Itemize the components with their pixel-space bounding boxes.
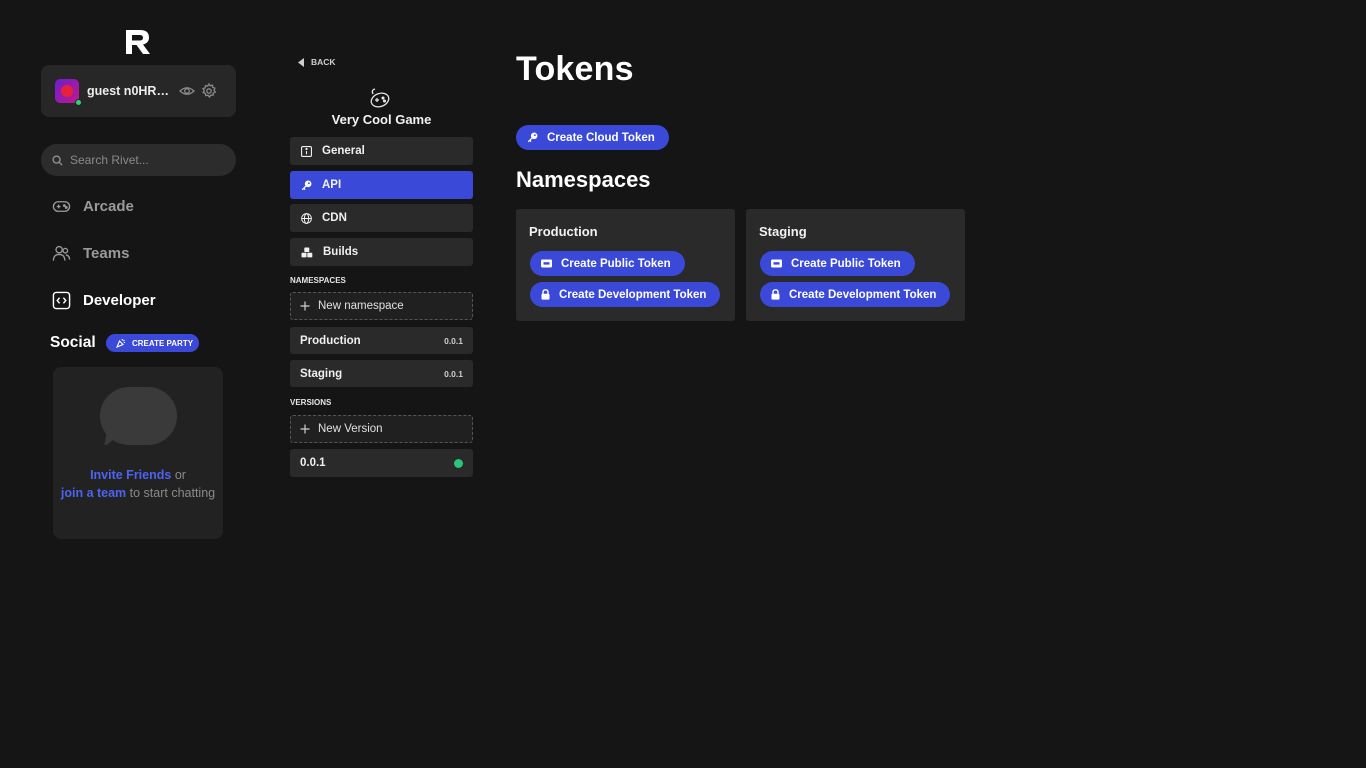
chat-empty-text: Invite Friends or join a team to start c… (60, 468, 216, 500)
plus-icon (300, 301, 310, 311)
key-icon (301, 180, 312, 190)
nav-item-teams[interactable]: Teams (52, 244, 129, 263)
cubes-icon (301, 247, 313, 257)
gamepad-icon (52, 201, 71, 212)
namespace-card-production: Production Create Public Token Create De… (516, 209, 735, 321)
chat-empty-card: Invite Friends or join a team to start c… (53, 367, 223, 539)
page-title: Tokens (516, 50, 634, 88)
code-icon (52, 291, 71, 310)
eye-icon[interactable] (179, 83, 195, 99)
namespaces-section-label: NAMESPACES (290, 276, 346, 285)
game-controller-icon (370, 88, 390, 108)
back-button[interactable]: BACK (298, 57, 336, 67)
namespace-item-production[interactable]: Production 0.0.1 (290, 327, 473, 354)
search-input[interactable] (70, 153, 220, 167)
new-version-button[interactable]: New Version (290, 415, 473, 443)
create-development-token-button[interactable]: Create Development Token (530, 282, 721, 307)
new-namespace-button[interactable]: New namespace (290, 292, 473, 320)
nav-label: Developer (83, 292, 156, 309)
nav-item-developer[interactable]: Developer (52, 291, 156, 310)
join-team-link[interactable]: join a team (61, 486, 126, 500)
users-icon (52, 245, 71, 261)
avatar[interactable] (55, 79, 82, 106)
gear-icon[interactable] (201, 83, 217, 99)
rivet-logo[interactable] (124, 29, 152, 55)
info-icon (301, 145, 312, 157)
lock-icon (771, 289, 780, 300)
nav-item-arcade[interactable]: Arcade (52, 197, 134, 216)
create-cloud-token-button[interactable]: Create Cloud Token (516, 125, 669, 150)
create-public-token-button[interactable]: Create Public Token (760, 251, 915, 276)
key-icon (527, 132, 538, 143)
create-party-button[interactable]: CREATE PARTY (106, 334, 199, 352)
namespace-item-staging[interactable]: Staging 0.0.1 (290, 360, 473, 387)
namespace-card-staging: Staging Create Public Token Create Devel… (746, 209, 965, 321)
chat-bubble-icon (100, 387, 177, 445)
namespace-version: 0.0.1 (444, 335, 463, 346)
lock-icon (541, 289, 550, 300)
namespace-card-title: Staging (759, 224, 807, 239)
invite-friends-link[interactable]: Invite Friends (90, 468, 171, 482)
online-status-dot (75, 99, 82, 106)
ticket-icon (771, 259, 782, 268)
caret-left-icon (298, 57, 304, 67)
globe-icon (301, 212, 312, 224)
plus-icon (300, 424, 310, 434)
namespace-card-title: Production (529, 224, 598, 239)
ticket-icon (541, 259, 552, 268)
menu-item-api[interactable]: API (290, 171, 473, 199)
nav-label: Arcade (83, 198, 134, 215)
game-title: Very Cool Game (331, 112, 432, 127)
user-name: guest n0HRvH... (87, 84, 173, 98)
party-icon (116, 338, 126, 348)
menu-item-general[interactable]: General (290, 137, 473, 165)
nav-label: Teams (83, 245, 130, 262)
namespace-version: 0.0.1 (444, 368, 463, 379)
menu-item-builds[interactable]: Builds (290, 238, 473, 266)
create-public-token-button[interactable]: Create Public Token (530, 251, 685, 276)
search-bar[interactable] (41, 144, 236, 176)
menu-item-cdn[interactable]: CDN (290, 204, 473, 232)
version-item[interactable]: 0.0.1 (290, 449, 473, 477)
namespaces-title: Namespaces (516, 167, 651, 192)
search-icon (52, 154, 63, 166)
user-card[interactable]: guest n0HRvH... (41, 65, 236, 117)
create-development-token-button[interactable]: Create Development Token (760, 282, 951, 307)
versions-section-label: VERSIONS (290, 398, 332, 407)
social-title: Social (50, 334, 96, 351)
version-status-dot (454, 458, 463, 468)
